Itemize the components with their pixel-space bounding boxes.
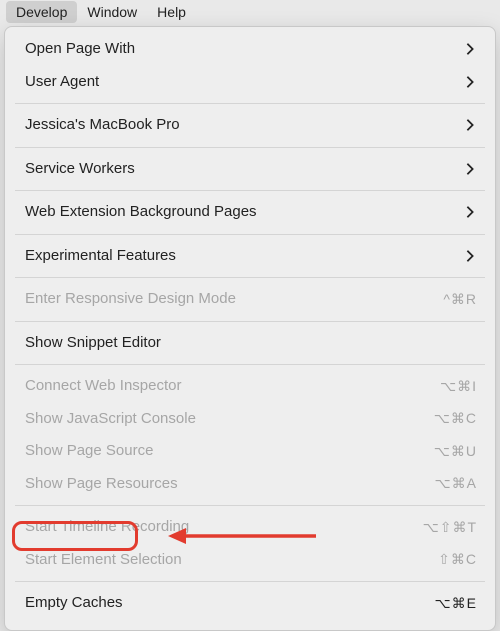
menu-label: Web Extension Background Pages <box>25 201 257 224</box>
separator <box>15 234 485 235</box>
develop-dropdown: Open Page With User Agent Jessica's MacB… <box>4 26 496 631</box>
menu-label: Jessica's MacBook Pro <box>25 114 180 137</box>
separator <box>15 321 485 322</box>
menu-label: Empty Caches <box>25 592 123 615</box>
chevron-right-icon <box>463 162 477 176</box>
chevron-right-icon <box>463 42 477 56</box>
separator <box>15 505 485 506</box>
keyboard-shortcut: ⇧⌘C <box>438 549 477 570</box>
menu-label: Start Element Selection <box>25 549 182 572</box>
menu-timeline-recording: Start Timeline Recording ⌥⇧⌘T <box>5 511 495 544</box>
menu-empty-caches[interactable]: Empty Caches ⌥⌘E <box>5 587 495 620</box>
menu-device[interactable]: Jessica's MacBook Pro <box>5 109 495 142</box>
menu-snippet-editor[interactable]: Show Snippet Editor <box>5 327 495 360</box>
menu-service-workers[interactable]: Service Workers <box>5 153 495 186</box>
menu-label: Enter Responsive Design Mode <box>25 288 236 311</box>
menu-responsive-design: Enter Responsive Design Mode ^⌘R <box>5 283 495 316</box>
keyboard-shortcut: ⌥⌘U <box>434 441 477 462</box>
menu-user-agent[interactable]: User Agent <box>5 66 495 99</box>
menu-web-extension-bg[interactable]: Web Extension Background Pages <box>5 196 495 229</box>
menu-label: Open Page With <box>25 38 135 61</box>
menubar: Develop Window Help <box>0 0 500 24</box>
separator <box>15 581 485 582</box>
menu-label: User Agent <box>25 71 99 94</box>
menubar-item-help[interactable]: Help <box>147 1 196 23</box>
menu-label: Show JavaScript Console <box>25 408 196 431</box>
keyboard-shortcut: ⌥⌘I <box>440 376 477 397</box>
menu-label: Show Page Source <box>25 440 153 463</box>
menu-page-source: Show Page Source ⌥⌘U <box>5 435 495 468</box>
chevron-right-icon <box>463 118 477 132</box>
chevron-right-icon <box>463 249 477 263</box>
separator <box>15 190 485 191</box>
keyboard-shortcut: ⌥⌘A <box>435 473 477 494</box>
menu-label: Show Snippet Editor <box>25 332 161 355</box>
menu-element-selection: Start Element Selection ⇧⌘C <box>5 544 495 577</box>
keyboard-shortcut: ⌥⌘E <box>435 593 477 614</box>
menu-label: Show Page Resources <box>25 473 178 496</box>
separator <box>15 147 485 148</box>
menu-label: Experimental Features <box>25 245 176 268</box>
separator <box>15 103 485 104</box>
chevron-right-icon <box>463 205 477 219</box>
menu-page-resources: Show Page Resources ⌥⌘A <box>5 468 495 501</box>
separator <box>15 364 485 365</box>
keyboard-shortcut: ^⌘R <box>443 289 477 310</box>
menu-label: Start Timeline Recording <box>25 516 189 539</box>
menu-connect-web-inspector: Connect Web Inspector ⌥⌘I <box>5 370 495 403</box>
keyboard-shortcut: ⌥⇧⌘T <box>423 517 477 538</box>
menubar-item-develop[interactable]: Develop <box>6 1 77 23</box>
separator <box>15 277 485 278</box>
menu-open-page-with[interactable]: Open Page With <box>5 33 495 66</box>
keyboard-shortcut: ⌥⌘C <box>434 408 477 429</box>
menu-experimental-features[interactable]: Experimental Features <box>5 240 495 273</box>
menubar-item-window[interactable]: Window <box>77 1 147 23</box>
chevron-right-icon <box>463 75 477 89</box>
menu-js-console: Show JavaScript Console ⌥⌘C <box>5 403 495 436</box>
menu-label: Service Workers <box>25 158 135 181</box>
menu-label: Connect Web Inspector <box>25 375 181 398</box>
